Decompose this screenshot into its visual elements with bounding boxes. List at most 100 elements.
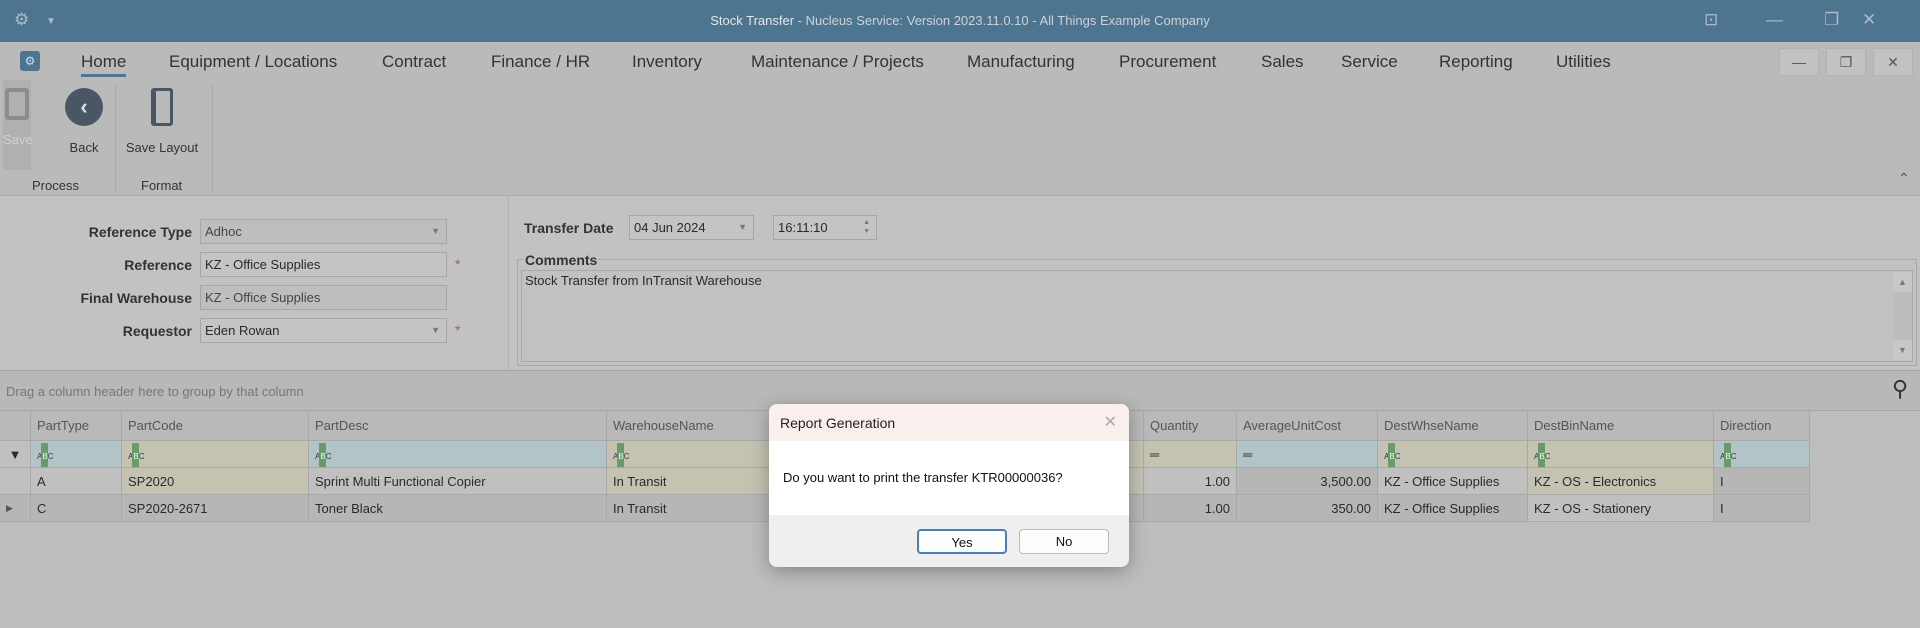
comments-textarea[interactable]: Stock Transfer from InTransit Warehouse — [521, 270, 1913, 362]
cell-partdesc[interactable]: Toner Black — [309, 495, 607, 521]
report-generation-dialog: Report Generation ✕ Do you want to print… — [769, 404, 1129, 567]
menu-contract[interactable]: Contract — [382, 52, 446, 72]
transfer-form: Reference Type Adhoc ▼ Reference KZ - Off… — [0, 196, 1920, 370]
menu-finance-hr[interactable]: Finance / HR — [491, 52, 590, 72]
filter-direction[interactable]: ABC — [1714, 441, 1810, 467]
save-button[interactable]: Save — [3, 80, 33, 170]
transfer-date-label: Transfer Date — [524, 220, 614, 236]
scroll-up-icon: ▲ — [1893, 272, 1912, 292]
dialog-close-icon[interactable]: ✕ — [1104, 412, 1117, 432]
save-layout-button[interactable]: Save Layout — [122, 80, 202, 155]
mdi-minimize-button[interactable]: — — [1779, 48, 1819, 76]
reference-type-select[interactable]: Adhoc ▼ — [200, 219, 447, 244]
no-button[interactable]: No — [1019, 529, 1109, 554]
column-header-averageunitcost[interactable]: AverageUnitCost — [1237, 411, 1378, 440]
column-header-direction[interactable]: Direction — [1714, 411, 1810, 440]
cell-averageunitcost[interactable]: 3,500.00 — [1237, 468, 1378, 494]
required-marker: * — [455, 256, 461, 272]
menu-inventory[interactable]: Inventory — [632, 52, 702, 72]
yes-button[interactable]: Yes — [917, 529, 1007, 554]
cell-averageunitcost[interactable]: 350.00 — [1237, 495, 1378, 521]
restore-layout-icon[interactable]: ⊡ — [1704, 10, 1718, 30]
menu-maintenance-projects[interactable]: Maintenance / Projects — [751, 52, 924, 72]
group-by-hint: Drag a column header here to group by th… — [6, 384, 304, 399]
search-icon[interactable]: ⚲ — [1892, 376, 1908, 402]
column-header-destwhsename[interactable]: DestWhseName — [1378, 411, 1528, 440]
column-header-quantity[interactable]: Quantity — [1144, 411, 1237, 440]
ribbon: Save ‹ Back Save Layout Process Format ⌃ — [0, 80, 1920, 196]
filter-destwhsename[interactable]: ABC — [1378, 441, 1528, 467]
cell-partcode[interactable]: SP2020 — [122, 468, 309, 494]
column-header-partcode[interactable]: PartCode — [122, 411, 309, 440]
final-warehouse-label: Final Warehouse — [80, 290, 192, 306]
cell-quantity[interactable]: 1.00 — [1144, 468, 1237, 494]
app-menu-icon[interactable]: ⚙ — [20, 51, 40, 71]
cell-partcode[interactable]: SP2020-2671 — [122, 495, 309, 521]
save-layout-label: Save Layout — [125, 140, 199, 155]
menu-utilities[interactable]: Utilities — [1556, 52, 1611, 72]
text-filter-icon: ABC — [128, 443, 145, 467]
cell-direction[interactable]: I — [1714, 495, 1810, 521]
chevron-down-icon: ▼ — [431, 226, 440, 236]
cell-destbinname[interactable]: KZ - OS - Stationery — [1528, 495, 1714, 521]
menu-procurement[interactable]: Procurement — [1119, 52, 1216, 72]
transfer-time-spinner[interactable]: 16:11:10 ▲ ▼ — [773, 215, 877, 240]
back-button[interactable]: ‹ Back — [62, 80, 106, 155]
requestor-select[interactable]: Eden Rowan ▼ — [200, 318, 447, 343]
dialog-message: Do you want to print the transfer KTR000… — [769, 441, 1129, 515]
dialog-title: Report Generation — [780, 415, 896, 431]
menu-equipment-locations[interactable]: Equipment / Locations — [169, 52, 337, 72]
chevron-down-icon: ▼ — [431, 325, 440, 335]
menu-home[interactable]: Home — [81, 52, 127, 77]
final-warehouse-input[interactable]: KZ - Office Supplies — [200, 285, 447, 310]
group-format-label: Format — [141, 178, 183, 193]
comments-scrollbar[interactable]: ▲ ▼ — [1893, 272, 1912, 360]
cell-destwhsename[interactable]: KZ - Office Supplies — [1378, 495, 1528, 521]
filter-partcode[interactable]: ABC — [122, 441, 309, 467]
cell-parttype[interactable]: A — [31, 468, 122, 494]
filter-parttype[interactable]: ABC — [31, 441, 122, 467]
filter-averageunitcost[interactable]: ═ — [1237, 441, 1378, 467]
menu-manufacturing[interactable]: Manufacturing — [967, 52, 1075, 72]
menu-service[interactable]: Service — [1341, 52, 1398, 72]
minimize-window-button[interactable]: — — [1766, 10, 1783, 30]
back-label: Back — [69, 140, 99, 155]
maximize-window-button[interactable]: ❐ — [1824, 10, 1839, 30]
reference-input[interactable]: KZ - Office Supplies — [200, 252, 447, 277]
cell-destwhsename[interactable]: KZ - Office Supplies — [1378, 468, 1528, 494]
mdi-restore-button[interactable]: ❐ — [1826, 48, 1866, 76]
text-filter-icon: ABC — [1720, 443, 1737, 467]
cell-destbinname[interactable]: KZ - OS - Electronics — [1528, 468, 1714, 494]
column-header-parttype[interactable]: PartType — [31, 411, 122, 440]
column-header-destbinname[interactable]: DestBinName — [1528, 411, 1714, 440]
dialog-header: Report Generation ✕ — [769, 404, 1129, 441]
cell-partdesc[interactable]: Sprint Multi Functional Copier — [309, 468, 607, 494]
row-indicator-icon: ▶ — [0, 495, 31, 521]
save-icon — [5, 88, 29, 120]
filter-partdesc[interactable]: ABC — [309, 441, 607, 467]
collapse-ribbon-icon[interactable]: ⌃ — [1898, 170, 1910, 187]
menu-sales[interactable]: Sales — [1261, 52, 1304, 72]
reference-type-label: Reference Type — [88, 224, 192, 240]
back-arrow-icon: ‹ — [65, 88, 103, 126]
cell-parttype[interactable]: C — [31, 495, 122, 521]
close-window-button[interactable]: ✕ — [1862, 10, 1876, 30]
required-marker: * — [455, 322, 461, 338]
requestor-label: Requestor — [122, 323, 192, 339]
column-header-partdesc[interactable]: PartDesc — [309, 411, 607, 440]
filter-icon: ▼ — [0, 441, 31, 467]
cell-direction[interactable]: I — [1714, 468, 1810, 494]
text-filter-icon: ABC — [1534, 443, 1551, 467]
filter-quantity[interactable]: ═ — [1144, 441, 1237, 467]
text-filter-icon: ABC — [37, 443, 54, 467]
save-layout-icon — [151, 88, 173, 126]
comments-label: Comments — [524, 252, 599, 268]
cell-quantity[interactable]: 1.00 — [1144, 495, 1237, 521]
menu-reporting[interactable]: Reporting — [1439, 52, 1513, 72]
transfer-date-picker[interactable]: 04 Jun 2024 ▼ — [629, 215, 754, 240]
scroll-down-icon: ▼ — [1893, 340, 1912, 360]
mdi-close-button[interactable]: ✕ — [1873, 48, 1913, 76]
text-filter-icon: ABC — [315, 443, 332, 467]
text-filter-icon: ABC — [1384, 443, 1401, 467]
filter-destbinname[interactable]: ABC — [1528, 441, 1714, 467]
